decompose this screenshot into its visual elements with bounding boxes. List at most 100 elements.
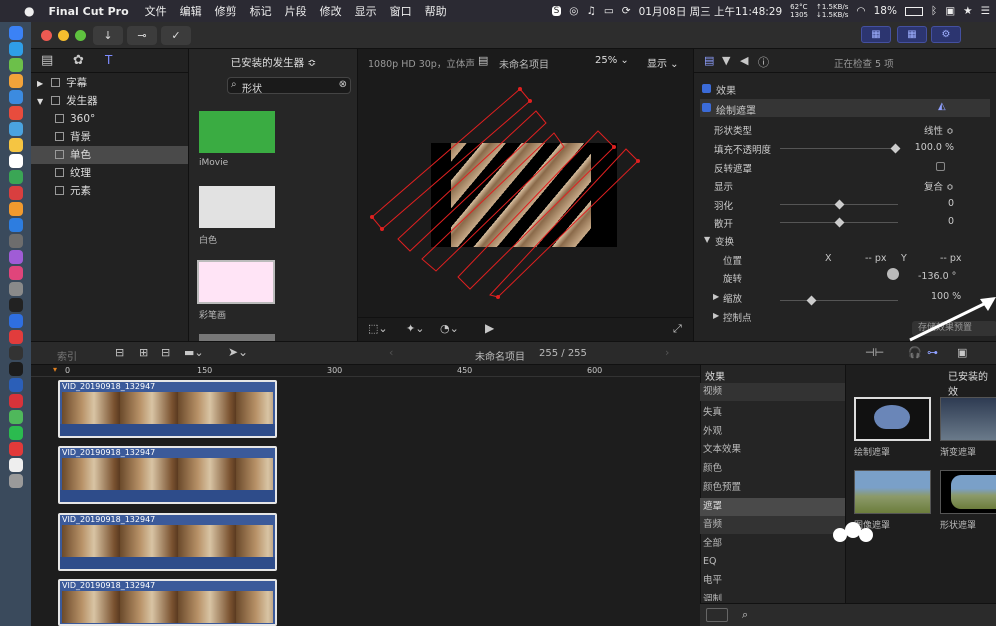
fx-category[interactable]: 调制	[700, 591, 845, 601]
transform-tool-icon[interactable]: ⬚⌄	[368, 322, 388, 335]
menu-edit[interactable]: 编辑	[180, 3, 202, 19]
fx-category[interactable]: EQ	[700, 553, 845, 571]
fx-category[interactable]: 电平	[700, 572, 845, 590]
fx-thumb-draw-mask[interactable]	[854, 397, 931, 441]
inspector-toggle-button[interactable]: ⚙	[931, 26, 961, 43]
snapping-icon[interactable]: ⊶	[927, 346, 938, 359]
search-input[interactable]: 形状	[242, 80, 262, 95]
music-icon[interactable]: ♫	[586, 5, 595, 17]
sidebar-toggle-icon[interactable]	[706, 608, 728, 622]
fx-thumb-gradient-mask[interactable]	[940, 397, 996, 441]
dock-app-icon[interactable]	[8, 458, 23, 472]
dock-app-icon[interactable]	[8, 394, 23, 408]
mask-control-point[interactable]	[612, 145, 616, 149]
category-backgrounds[interactable]: 背景	[31, 128, 188, 146]
keyword-button[interactable]: ⊸	[127, 26, 157, 45]
battery-icon[interactable]	[904, 6, 923, 16]
timeline-toggle-button[interactable]: ▦	[897, 26, 927, 43]
clip-appearance-icon[interactable]: ▣	[957, 346, 967, 359]
fx-category[interactable]: 颜色预置	[700, 479, 845, 497]
dock-app-icon[interactable]	[8, 154, 23, 168]
forward-nav-icon[interactable]: ›	[665, 346, 669, 359]
connect-clip-icon[interactable]: ⊟	[115, 346, 124, 359]
dock-app-icon[interactable]	[8, 378, 23, 392]
dock-app-icon[interactable]	[8, 346, 23, 360]
globe-icon[interactable]: ◎	[569, 5, 578, 17]
append-clip-icon[interactable]: ⊟	[161, 346, 170, 359]
audio-meter-icon[interactable]: ⊣⊢	[865, 346, 884, 359]
minimize-window-button[interactable]	[58, 30, 69, 41]
timeline-clip[interactable]: VID_20190918_132947	[58, 446, 277, 504]
dock-app-icon[interactable]	[8, 362, 23, 376]
mask-control-point[interactable]	[370, 215, 374, 219]
menu-file[interactable]: 文件	[145, 3, 167, 19]
dock-app-icon[interactable]	[8, 122, 23, 136]
apple-icon[interactable]: ●	[24, 4, 34, 18]
audio-inspector-icon[interactable]: ◀	[740, 54, 748, 67]
zoom-window-button[interactable]	[75, 30, 86, 41]
message-icon[interactable]: ▭	[604, 5, 614, 17]
menu-modify[interactable]: 修改	[320, 3, 342, 19]
fx-category[interactable]: 视频	[700, 383, 845, 401]
thumb-white[interactable]	[199, 186, 275, 228]
dock-app-icon[interactable]	[8, 234, 23, 248]
enhance-tool-icon[interactable]: ✦⌄	[406, 322, 424, 335]
category-360[interactable]: 360°	[31, 110, 188, 128]
dock-app-icon[interactable]	[8, 106, 23, 120]
app-icon-s[interactable]: S	[551, 6, 562, 16]
dock-app-icon[interactable]	[8, 410, 23, 424]
app-menu[interactable]: Final Cut Pro	[48, 5, 128, 18]
dock-app-icon[interactable]	[8, 26, 23, 40]
dock-app-icon[interactable]	[8, 218, 23, 232]
menu-window[interactable]: 窗口	[390, 3, 412, 19]
play-button-icon[interactable]: ▶	[485, 321, 494, 335]
dock-app-icon[interactable]	[8, 90, 23, 104]
select-tool-icon[interactable]: ➤⌄	[228, 345, 248, 359]
timeline-clip[interactable]: VID_20190918_132947	[58, 579, 277, 626]
music-photos-icon[interactable]: ✿	[73, 53, 84, 68]
dock-app-icon[interactable]	[8, 170, 23, 184]
thumb-imovie[interactable]	[199, 111, 275, 153]
fill-opacity-row[interactable]: 填充不透明度 100.0 %	[700, 139, 990, 157]
category-generators[interactable]: ▼ 发生器	[31, 92, 188, 110]
scale-slider[interactable]	[780, 295, 898, 306]
fx-thumb-shape-mask[interactable]	[940, 470, 996, 514]
transform-disclosure-icon[interactable]: ▼	[704, 235, 710, 244]
shape-type-row[interactable]: 形状类型 线性 ≎	[700, 120, 990, 138]
mask-control-point[interactable]	[380, 227, 384, 231]
dock-app-icon[interactable]	[8, 58, 23, 72]
info-inspector-icon[interactable]: ⓘ	[758, 54, 769, 70]
clear-search-icon[interactable]: ⊗	[339, 79, 347, 90]
category-solids[interactable]: 单色	[31, 146, 188, 164]
control-points-disclosure-icon[interactable]: ▶	[713, 311, 719, 320]
scale-disclosure-icon[interactable]: ▶	[713, 292, 719, 301]
dock-app-icon[interactable]	[8, 298, 23, 312]
dock-app-icon[interactable]	[8, 74, 23, 88]
rotation-dial-icon[interactable]	[887, 268, 899, 280]
dock-app-icon[interactable]	[8, 474, 23, 488]
category-titles[interactable]: ▶ 字幕	[31, 74, 188, 92]
search-field[interactable]: ⌕ 形状 ⊗	[227, 77, 351, 95]
fx-category[interactable]: 外观	[700, 423, 845, 441]
x-value[interactable]: -- px	[865, 253, 887, 264]
dock-app-icon[interactable]	[8, 42, 23, 56]
fullscreen-icon[interactable]: ⤢	[673, 322, 682, 336]
dock-app-icon[interactable]	[8, 250, 23, 264]
fill-opacity-slider[interactable]	[780, 143, 901, 154]
view-mode-select[interactable]: 复合 ≎	[924, 179, 954, 193]
list-icon[interactable]: ☰	[981, 5, 990, 17]
dock-app-icon[interactable]	[8, 314, 23, 328]
draw-mask-checkbox[interactable]	[702, 103, 711, 112]
menu-help[interactable]: 帮助	[425, 3, 447, 19]
titles-generators-icon[interactable]: T	[105, 53, 112, 67]
back-nav-icon[interactable]: ‹	[389, 346, 393, 359]
menu-trim[interactable]: 修剪	[215, 3, 237, 19]
screen-icon[interactable]: ▣	[945, 5, 955, 17]
falloff-row[interactable]: 散开 0	[700, 213, 990, 231]
battery-text[interactable]: 18%	[874, 5, 897, 17]
timeline-clip[interactable]: VID_20190918_132947	[58, 513, 277, 571]
mask-shape-overlay[interactable]	[358, 49, 694, 341]
dock-app-icon[interactable]	[8, 266, 23, 280]
insert-clip-icon[interactable]: ⊞	[139, 346, 148, 359]
dock-app-icon[interactable]	[8, 282, 23, 296]
